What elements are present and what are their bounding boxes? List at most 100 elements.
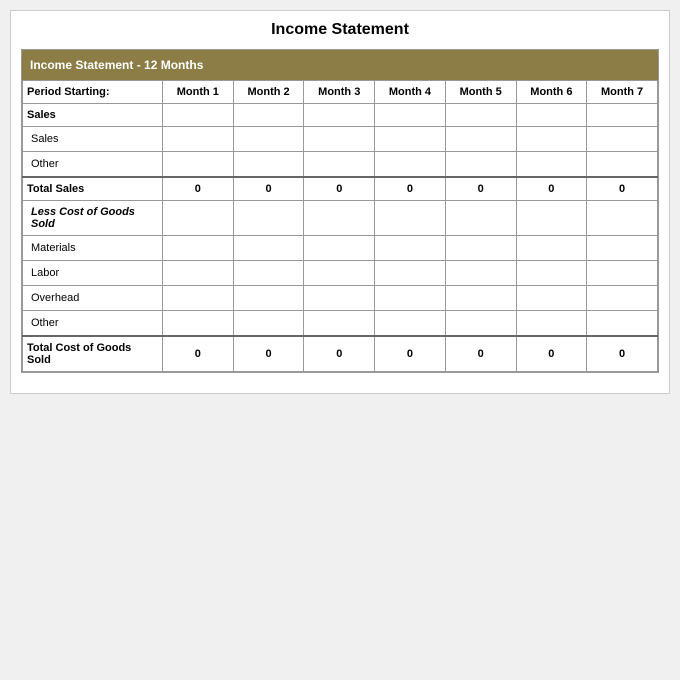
labor-m4[interactable] xyxy=(375,261,446,286)
overhead-m5[interactable] xyxy=(445,286,516,311)
col-header-month1: Month 1 xyxy=(163,81,234,104)
total-cogs-row: Total Cost of GoodsSold 0 0 0 0 0 0 0 xyxy=(23,336,658,372)
total-sales-label: Total Sales xyxy=(23,177,163,201)
total-sales-m6: 0 xyxy=(516,177,587,201)
total-sales-m5: 0 xyxy=(445,177,516,201)
cogs-header-m1 xyxy=(163,201,234,236)
total-sales-m3: 0 xyxy=(304,177,375,201)
cogs-header-m2 xyxy=(233,201,304,236)
sales-other-m6[interactable] xyxy=(516,152,587,178)
cogs-header-m7 xyxy=(587,201,658,236)
cogs-other-row: Other xyxy=(23,311,658,337)
overhead-m6[interactable] xyxy=(516,286,587,311)
sales-other-m4[interactable] xyxy=(375,152,446,178)
total-sales-m2: 0 xyxy=(233,177,304,201)
sales-other-m5[interactable] xyxy=(445,152,516,178)
labor-m5[interactable] xyxy=(445,261,516,286)
labor-row: Labor xyxy=(23,261,658,286)
overhead-m3[interactable] xyxy=(304,286,375,311)
materials-m2[interactable] xyxy=(233,236,304,261)
cogs-header-m4 xyxy=(375,201,446,236)
total-sales-m4: 0 xyxy=(375,177,446,201)
total-cogs-m7: 0 xyxy=(587,336,658,372)
overhead-m1[interactable] xyxy=(163,286,234,311)
materials-m3[interactable] xyxy=(304,236,375,261)
labor-m2[interactable] xyxy=(233,261,304,286)
sales-header-m3 xyxy=(304,104,375,127)
overhead-m7[interactable] xyxy=(587,286,658,311)
materials-m7[interactable] xyxy=(587,236,658,261)
sales-m2[interactable] xyxy=(233,127,304,152)
total-sales-m1: 0 xyxy=(163,177,234,201)
cogs-other-m4[interactable] xyxy=(375,311,446,337)
cogs-other-m3[interactable] xyxy=(304,311,375,337)
labor-m3[interactable] xyxy=(304,261,375,286)
overhead-row: Overhead xyxy=(23,286,658,311)
col-header-month7: Month 7 xyxy=(587,81,658,104)
col-header-label: Period Starting: xyxy=(23,81,163,104)
total-cogs-m5: 0 xyxy=(445,336,516,372)
sales-other-label: Other xyxy=(23,152,163,178)
sales-m4[interactable] xyxy=(375,127,446,152)
col-header-month2: Month 2 xyxy=(233,81,304,104)
sales-header-m5 xyxy=(445,104,516,127)
sales-header-m1 xyxy=(163,104,234,127)
materials-row: Materials xyxy=(23,236,658,261)
col-header-month5: Month 5 xyxy=(445,81,516,104)
labor-m6[interactable] xyxy=(516,261,587,286)
sales-row: Sales xyxy=(23,127,658,152)
total-sales-row: Total Sales 0 0 0 0 0 0 0 xyxy=(23,177,658,201)
sales-m6[interactable] xyxy=(516,127,587,152)
materials-m6[interactable] xyxy=(516,236,587,261)
cogs-header-label: Less Cost of GoodsSold xyxy=(23,201,163,236)
labor-m1[interactable] xyxy=(163,261,234,286)
page-wrapper: Income Statement Income Statement - 12 M… xyxy=(10,10,670,394)
sales-other-m3[interactable] xyxy=(304,152,375,178)
cogs-header-m5 xyxy=(445,201,516,236)
cogs-header-m3 xyxy=(304,201,375,236)
col-header-month4: Month 4 xyxy=(375,81,446,104)
materials-m5[interactable] xyxy=(445,236,516,261)
sales-other-m1[interactable] xyxy=(163,152,234,178)
materials-label: Materials xyxy=(23,236,163,261)
cogs-other-m6[interactable] xyxy=(516,311,587,337)
total-cogs-m3: 0 xyxy=(304,336,375,372)
total-cogs-m2: 0 xyxy=(233,336,304,372)
labor-m7[interactable] xyxy=(587,261,658,286)
sales-m5[interactable] xyxy=(445,127,516,152)
header-banner: Income Statement - 12 Months xyxy=(22,50,658,80)
materials-m4[interactable] xyxy=(375,236,446,261)
total-cogs-m1: 0 xyxy=(163,336,234,372)
sales-m3[interactable] xyxy=(304,127,375,152)
sales-m1[interactable] xyxy=(163,127,234,152)
materials-m1[interactable] xyxy=(163,236,234,261)
overhead-m2[interactable] xyxy=(233,286,304,311)
sales-other-m2[interactable] xyxy=(233,152,304,178)
page-title: Income Statement xyxy=(21,21,659,39)
cogs-other-label: Other xyxy=(23,311,163,337)
sales-header-m2 xyxy=(233,104,304,127)
cogs-other-m5[interactable] xyxy=(445,311,516,337)
cogs-other-m2[interactable] xyxy=(233,311,304,337)
sales-row-label: Sales xyxy=(23,127,163,152)
overhead-m4[interactable] xyxy=(375,286,446,311)
cogs-other-m7[interactable] xyxy=(587,311,658,337)
sales-section-header: Sales xyxy=(23,104,658,127)
sales-other-row: Other xyxy=(23,152,658,178)
total-cogs-m4: 0 xyxy=(375,336,446,372)
sales-other-m7[interactable] xyxy=(587,152,658,178)
total-sales-m7: 0 xyxy=(587,177,658,201)
sales-header-label: Sales xyxy=(23,104,163,127)
total-cogs-label: Total Cost of GoodsSold xyxy=(23,336,163,372)
sales-m7[interactable] xyxy=(587,127,658,152)
sales-header-m6 xyxy=(516,104,587,127)
sales-header-m4 xyxy=(375,104,446,127)
table-container: Income Statement - 12 Months Period Star… xyxy=(21,49,659,373)
total-cogs-m6: 0 xyxy=(516,336,587,372)
income-statement-table: Period Starting: Month 1 Month 2 Month 3… xyxy=(22,80,658,372)
cogs-other-m1[interactable] xyxy=(163,311,234,337)
labor-label: Labor xyxy=(23,261,163,286)
cogs-header-m6 xyxy=(516,201,587,236)
overhead-label: Overhead xyxy=(23,286,163,311)
sales-header-m7 xyxy=(587,104,658,127)
